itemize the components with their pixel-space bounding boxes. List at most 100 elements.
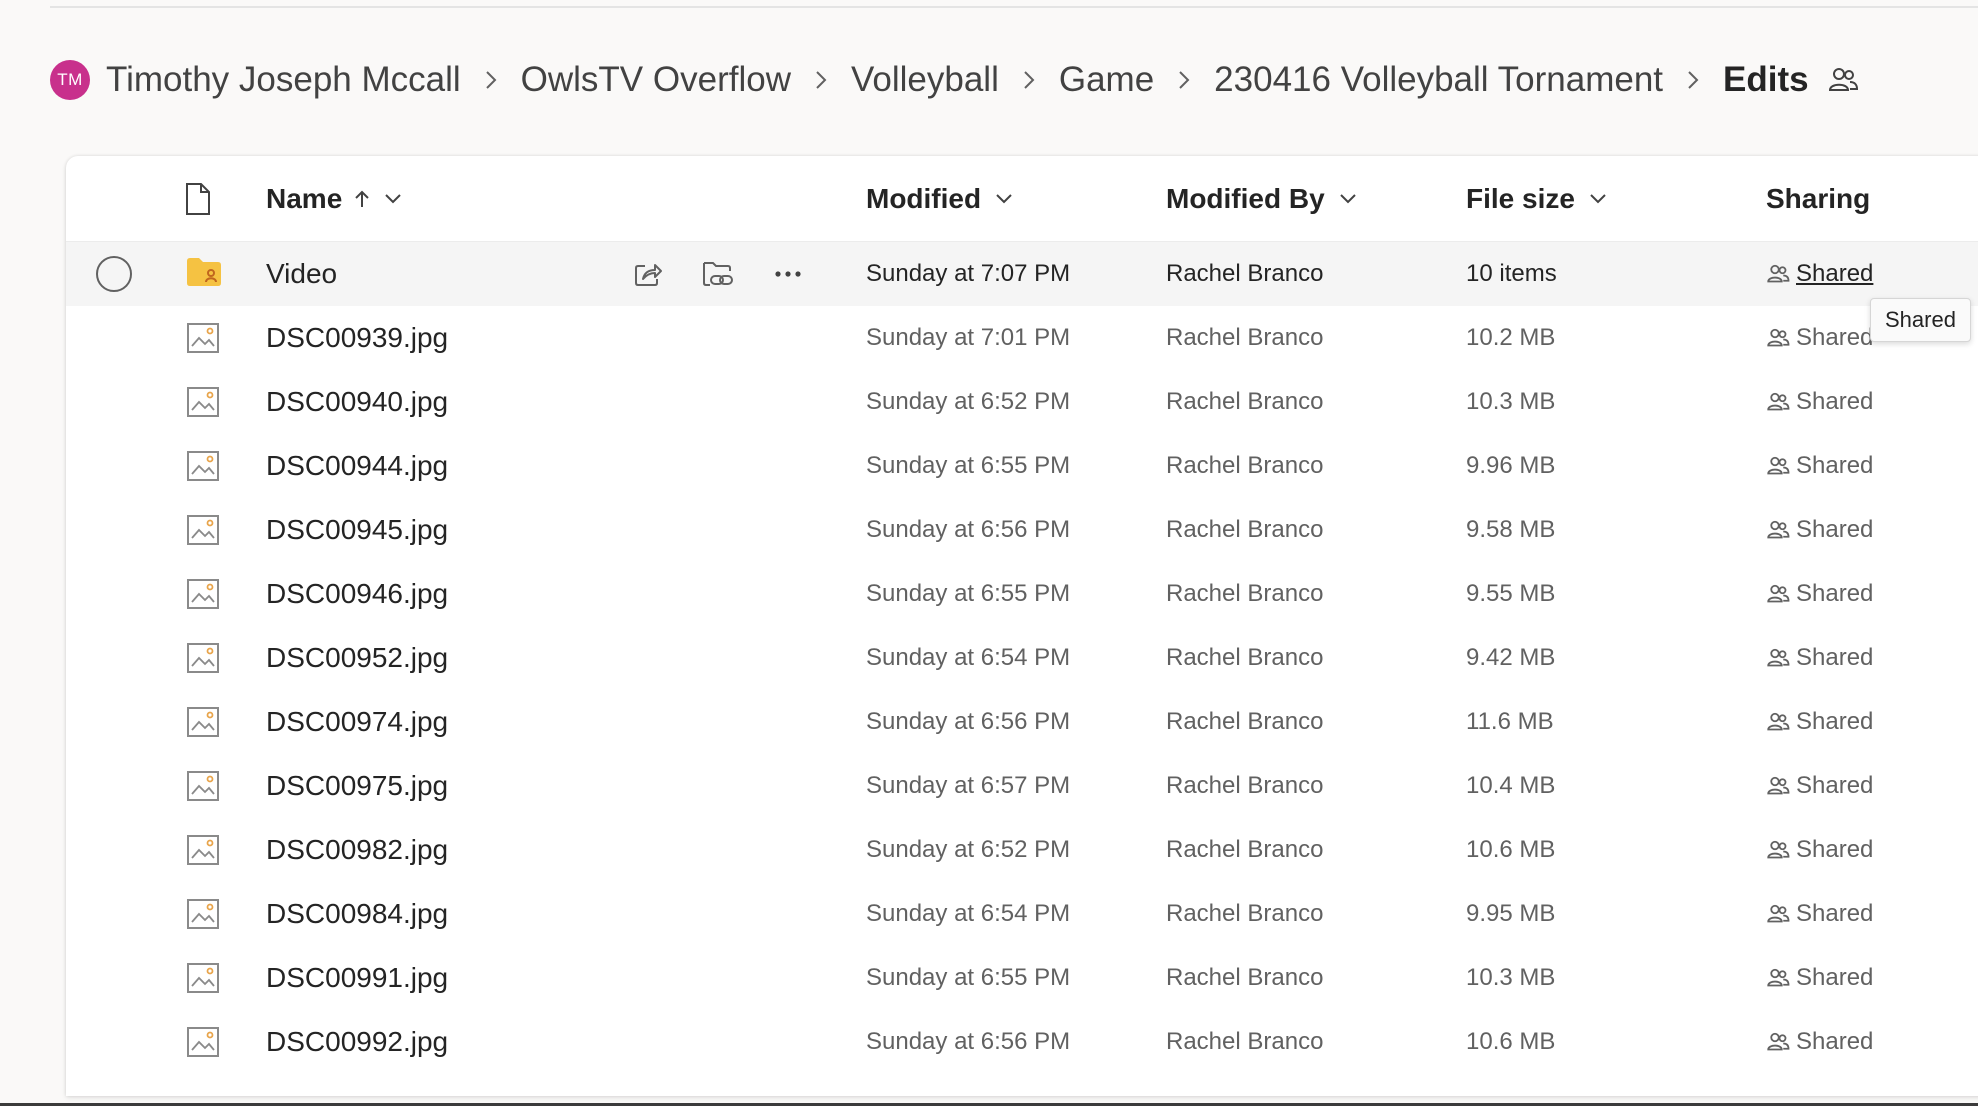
file-size: 9.55 MB xyxy=(1466,580,1556,607)
file-name[interactable]: DSC00945.jpg xyxy=(266,498,448,562)
sharing-label: Shared xyxy=(1796,580,1874,607)
sharing-label: Shared xyxy=(1796,516,1874,543)
sharing-status[interactable]: Shared xyxy=(1766,1010,1873,1074)
file-size: 9.96 MB xyxy=(1466,452,1556,479)
file-name[interactable]: DSC00940.jpg xyxy=(266,370,448,434)
table-row[interactable]: DSC00984.jpg Sunday at 6:54 PM Rachel Bran… xyxy=(66,882,1978,946)
modified-by: Rachel Branco xyxy=(1166,964,1324,991)
breadcrumb-item-owlstv-overflow[interactable]: OwlsTV Overflow xyxy=(521,60,791,100)
chevron-down-icon xyxy=(384,193,402,205)
breadcrumb: TM Timothy Joseph Mccall OwlsTV Overflow… xyxy=(50,50,1859,110)
column-header-sharing[interactable]: Sharing xyxy=(1766,156,1870,241)
table-row[interactable]: DSC00945.jpg Sunday at 6:56 PM Rachel Bran… xyxy=(66,498,1978,562)
sharing-label: Shared xyxy=(1796,324,1874,351)
people-icon xyxy=(1766,902,1796,926)
image-file-icon xyxy=(186,1025,220,1059)
file-name[interactable]: DSC00939.jpg xyxy=(266,306,448,370)
sharing-status[interactable]: Shared xyxy=(1766,946,1873,1010)
table-row[interactable]: DSC00940.jpg Sunday at 6:52 PM Rachel Bran… xyxy=(66,370,1978,434)
file-name[interactable]: DSC00991.jpg xyxy=(266,946,448,1010)
table-row[interactable]: DSC00952.jpg Sunday at 6:54 PM Rachel Bran… xyxy=(66,626,1978,690)
file-name[interactable]: DSC00944.jpg xyxy=(266,434,448,498)
modified-date: Sunday at 6:54 PM xyxy=(866,644,1071,671)
sharing-status[interactable]: Shared xyxy=(1766,562,1873,626)
file-name[interactable]: DSC00974.jpg xyxy=(266,690,448,754)
sharing-label: Shared xyxy=(1796,452,1874,479)
modified-date: Sunday at 7:07 PM xyxy=(866,260,1071,287)
people-icon xyxy=(1766,710,1796,734)
chevron-right-icon xyxy=(999,69,1059,91)
people-icon xyxy=(1766,1030,1796,1054)
file-name[interactable]: DSC00946.jpg xyxy=(266,562,448,626)
breadcrumb-item-volleyball[interactable]: Volleyball xyxy=(851,60,999,100)
sharing-status[interactable]: Shared xyxy=(1766,690,1873,754)
people-icon xyxy=(1766,838,1796,862)
copy-link-icon[interactable] xyxy=(696,252,740,296)
file-name[interactable]: Video xyxy=(266,242,337,306)
people-icon xyxy=(1766,518,1796,542)
modified-by: Rachel Branco xyxy=(1166,644,1324,671)
column-header-modified[interactable]: Modified xyxy=(866,156,1013,241)
chevron-down-icon xyxy=(1589,193,1607,205)
table-row[interactable]: DSC00992.jpg Sunday at 6:56 PM Rachel Bran… xyxy=(66,1010,1978,1074)
column-header-name[interactable]: Name xyxy=(266,156,402,241)
table-row[interactable]: DSC00991.jpg Sunday at 6:55 PM Rachel Bran… xyxy=(66,946,1978,1010)
file-name[interactable]: DSC00992.jpg xyxy=(266,1010,448,1074)
people-icon xyxy=(1766,582,1796,606)
table-row[interactable]: DSC00982.jpg Sunday at 6:52 PM Rachel Bran… xyxy=(66,818,1978,882)
people-icon xyxy=(1766,646,1796,670)
modified-by: Rachel Branco xyxy=(1166,1028,1324,1055)
file-name[interactable]: DSC00982.jpg xyxy=(266,818,448,882)
sharing-status[interactable]: Shared xyxy=(1766,754,1873,818)
sharing-status[interactable]: Shared xyxy=(1766,370,1873,434)
breadcrumb-item-tournament[interactable]: 230416 Volleyball Tornament xyxy=(1214,60,1663,100)
row-select-checkbox[interactable] xyxy=(96,256,132,292)
file-size: 9.42 MB xyxy=(1466,644,1556,671)
modified-by: Rachel Branco xyxy=(1166,260,1324,287)
file-size: 10.6 MB xyxy=(1466,1028,1556,1055)
breadcrumb-item-game[interactable]: Game xyxy=(1059,60,1154,100)
breadcrumb-item-owner[interactable]: Timothy Joseph Mccall xyxy=(106,60,461,100)
breadcrumb-current: Edits xyxy=(1723,60,1809,99)
people-icon xyxy=(1766,454,1796,478)
chevron-right-icon xyxy=(1663,69,1723,91)
modified-by: Rachel Branco xyxy=(1166,452,1324,479)
sharing-status[interactable]: Shared xyxy=(1766,626,1873,690)
row-actions xyxy=(626,252,836,296)
sharing-status[interactable]: Shared xyxy=(1766,498,1873,562)
column-header-file-size[interactable]: File size xyxy=(1466,156,1607,241)
file-size: 10 items xyxy=(1466,260,1557,287)
file-size: 10.3 MB xyxy=(1466,388,1556,415)
image-file-icon xyxy=(186,769,220,803)
column-header-modified-by[interactable]: Modified By xyxy=(1166,156,1357,241)
chevron-right-icon xyxy=(1154,69,1214,91)
table-row[interactable]: Video Sunday at 7:07 PM Rachel Branco 10 it… xyxy=(66,242,1978,306)
modified-by: Rachel Branco xyxy=(1166,516,1324,543)
modified-by: Rachel Branco xyxy=(1166,772,1324,799)
sharing-status[interactable]: Shared xyxy=(1766,818,1873,882)
modified-date: Sunday at 6:55 PM xyxy=(866,964,1071,991)
people-icon[interactable] xyxy=(1827,64,1859,96)
table-row[interactable]: DSC00946.jpg Sunday at 6:55 PM Rachel Bran… xyxy=(66,562,1978,626)
sharing-status[interactable]: Shared xyxy=(1766,882,1873,946)
people-icon xyxy=(1766,966,1796,990)
table-row[interactable]: DSC00944.jpg Sunday at 6:55 PM Rachel Bran… xyxy=(66,434,1978,498)
sharing-status[interactable]: Shared xyxy=(1766,434,1873,498)
table-row[interactable]: DSC00939.jpg Sunday at 7:01 PM Rachel Bran… xyxy=(66,306,1978,370)
more-options-icon[interactable] xyxy=(766,252,810,296)
file-name[interactable]: DSC00984.jpg xyxy=(266,882,448,946)
share-icon[interactable] xyxy=(626,252,670,296)
shared-folder-icon xyxy=(186,257,221,291)
image-file-icon xyxy=(186,513,220,547)
modified-date: Sunday at 6:56 PM xyxy=(866,516,1071,543)
sharing-status[interactable]: Shared xyxy=(1766,242,1873,306)
avatar[interactable]: TM xyxy=(50,60,90,100)
file-name[interactable]: DSC00952.jpg xyxy=(266,626,448,690)
modified-by: Rachel Branco xyxy=(1166,708,1324,735)
top-divider xyxy=(50,6,1978,8)
file-name[interactable]: DSC00975.jpg xyxy=(266,754,448,818)
file-type-icon[interactable] xyxy=(184,156,212,241)
table-row[interactable]: DSC00975.jpg Sunday at 6:57 PM Rachel Bran… xyxy=(66,754,1978,818)
table-row[interactable]: DSC00974.jpg Sunday at 6:56 PM Rachel Bran… xyxy=(66,690,1978,754)
sharing-status[interactable]: Shared xyxy=(1766,306,1873,370)
